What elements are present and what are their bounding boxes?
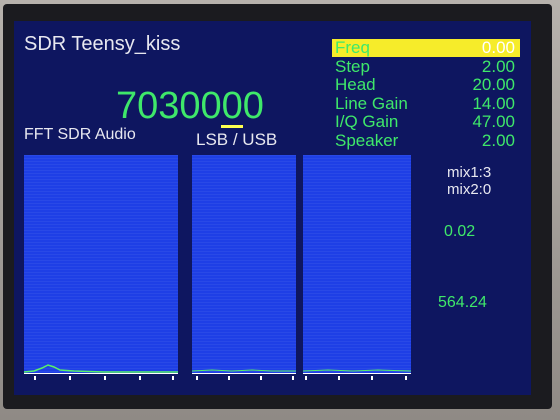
param-row-iq-gain[interactable]: I/Q Gain 47.00 bbox=[332, 113, 520, 131]
frequency-display: 7030000 bbox=[116, 85, 264, 127]
level-readout: 0.02 bbox=[444, 223, 476, 240]
axis-tick bbox=[104, 376, 106, 380]
param-value: 20.00 bbox=[472, 75, 515, 94]
param-name: Speaker bbox=[335, 131, 399, 150]
param-row-speaker[interactable]: Speaker 2.00 bbox=[332, 132, 520, 150]
axis-tick bbox=[69, 376, 71, 380]
param-value: 2.00 bbox=[481, 131, 515, 150]
param-row-freq[interactable]: Freq 0.00 bbox=[332, 39, 520, 57]
tft-screen: SDR Teensy_kiss 7030000 FFT SDR Audio LS… bbox=[14, 21, 531, 395]
param-value: 0.00 bbox=[481, 38, 515, 57]
lsb-axis bbox=[192, 373, 296, 382]
param-name: Step bbox=[335, 57, 370, 76]
lsb-waterfall-panel bbox=[191, 155, 296, 373]
axis-tick bbox=[338, 376, 340, 380]
axis-tick bbox=[405, 376, 407, 380]
usb-trace bbox=[302, 369, 412, 372]
axis-tick bbox=[34, 376, 36, 380]
screen-bezel: SDR Teensy_kiss 7030000 FFT SDR Audio LS… bbox=[3, 4, 552, 409]
fft-spectrum-panel bbox=[23, 155, 178, 373]
axis-tick bbox=[139, 376, 141, 380]
axis-tick bbox=[305, 376, 307, 380]
axis-tick bbox=[228, 376, 230, 380]
mode-label[interactable]: LSB / USB bbox=[196, 130, 277, 150]
mix2-status: mix2:0 bbox=[447, 181, 492, 198]
fft-label: FFT SDR Audio bbox=[24, 126, 136, 143]
usb-waterfall-panel bbox=[302, 155, 412, 373]
fft-trace bbox=[23, 364, 178, 373]
param-name: Line Gain bbox=[335, 94, 408, 113]
axis-tick bbox=[196, 376, 198, 380]
axis-tick bbox=[172, 376, 174, 380]
mix1-status: mix1:3 bbox=[447, 164, 492, 181]
lsb-trace bbox=[191, 369, 296, 372]
param-row-head[interactable]: Head 20.00 bbox=[332, 76, 520, 94]
axis-tick bbox=[371, 376, 373, 380]
param-name: I/Q Gain bbox=[335, 112, 399, 131]
device-frame: SDR Teensy_kiss 7030000 FFT SDR Audio LS… bbox=[0, 0, 560, 420]
app-title: SDR Teensy_kiss bbox=[24, 33, 181, 55]
param-value: 47.00 bbox=[472, 112, 515, 131]
rate-readout: 564.24 bbox=[438, 294, 487, 311]
param-row-line-gain[interactable]: Line Gain 14.00 bbox=[332, 95, 520, 113]
fft-axis bbox=[24, 373, 178, 382]
usb-axis bbox=[303, 373, 411, 382]
param-row-step[interactable]: Step 2.00 bbox=[332, 58, 520, 76]
axis-tick bbox=[260, 376, 262, 380]
param-value: 2.00 bbox=[481, 57, 515, 76]
mode-indicator-bar bbox=[221, 125, 243, 128]
axis-tick bbox=[292, 376, 294, 380]
param-name: Freq bbox=[335, 38, 370, 57]
param-name: Head bbox=[335, 75, 376, 94]
param-value: 14.00 bbox=[472, 94, 515, 113]
